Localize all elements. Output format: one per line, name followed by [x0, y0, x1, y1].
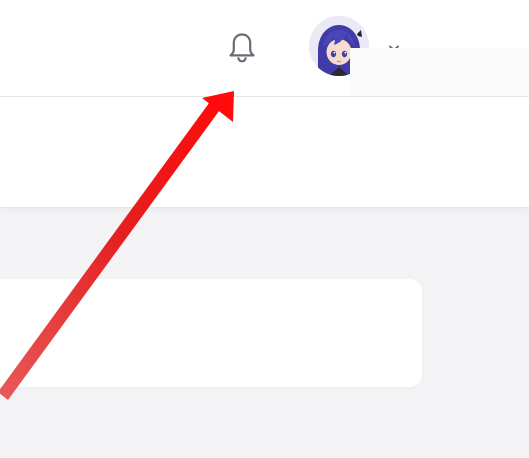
- content-card: [0, 279, 422, 387]
- top-header-bar: [0, 0, 529, 97]
- header-blank-area: [350, 48, 529, 96]
- bell-icon: [229, 33, 255, 63]
- page-subheader: [0, 97, 529, 208]
- notifications-bell-button[interactable]: [225, 30, 259, 66]
